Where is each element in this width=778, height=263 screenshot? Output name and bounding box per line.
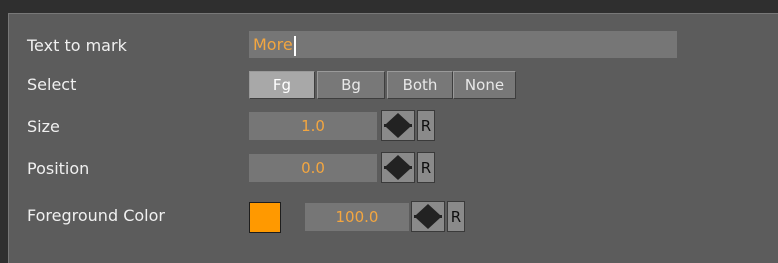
select-none-button[interactable]: None [453,71,516,99]
select-fg-button[interactable]: Fg [249,71,315,99]
select-bg-button[interactable]: Bg [317,71,385,99]
size-label: Size [27,117,60,136]
foreground-alpha-stepper[interactable] [411,201,445,232]
text-to-mark-label: Text to mark [27,36,127,55]
select-both-button[interactable]: Both [387,71,453,99]
text-to-mark-value: More [253,35,293,54]
select-label: Select [27,75,77,94]
increment-arrow-icon[interactable] [416,204,440,215]
increment-arrow-icon[interactable] [386,113,410,124]
size-input[interactable]: 1.0 [249,112,377,140]
foreground-color-label: Foreground Color [27,206,165,225]
increment-arrow-icon[interactable] [386,155,410,166]
position-label: Position [27,159,90,178]
decrement-arrow-icon[interactable] [416,218,440,229]
decrement-arrow-icon[interactable] [386,127,410,138]
position-stepper[interactable] [381,152,415,183]
foreground-color-swatch[interactable] [249,202,281,233]
decrement-arrow-icon[interactable] [386,169,410,180]
position-input[interactable]: 0.0 [249,154,377,182]
position-reset-button[interactable]: R [417,152,435,183]
foreground-color-reset-button[interactable]: R [447,201,465,232]
properties-panel: Text to mark More Select Fg Bg Both None… [8,13,778,263]
text-caret [293,35,296,56]
text-to-mark-input[interactable]: More [249,31,677,58]
size-reset-button[interactable]: R [417,110,435,141]
size-stepper[interactable] [381,110,415,141]
foreground-alpha-input[interactable]: 100.0 [305,203,409,231]
